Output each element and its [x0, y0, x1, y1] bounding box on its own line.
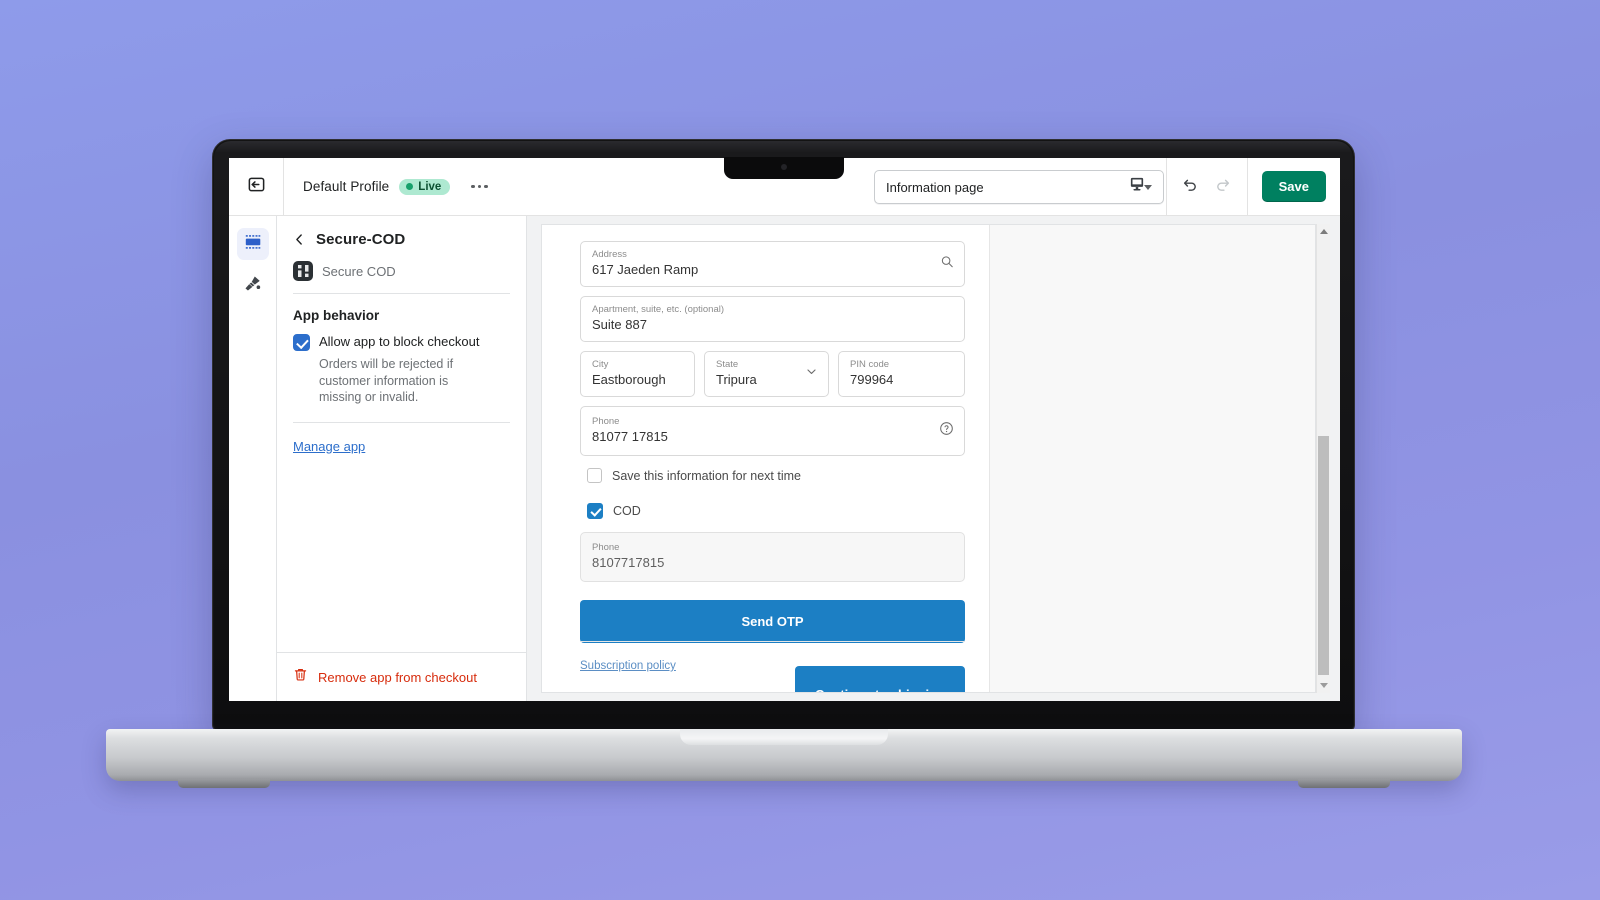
checkout-form-column: Address 617 Jaeden Ramp Apartment, suite… [542, 225, 989, 692]
status-badge[interactable]: Live [399, 178, 451, 195]
app-row-label: Secure COD [322, 263, 396, 279]
profile-area: Default Profile Live [284, 178, 493, 195]
cod-phone-field-label: Phone [592, 542, 620, 553]
pin-code-field-label: PIN code [850, 359, 890, 370]
app-row: Secure COD [293, 258, 510, 293]
exit-app-icon [247, 175, 266, 199]
status-badge-label: Live [418, 180, 442, 193]
checkout-preview-frame: Address 617 Jaeden Ramp Apartment, suite… [541, 224, 1316, 693]
manage-app-link[interactable]: Manage app [293, 439, 365, 454]
section-title: App behavior [293, 308, 380, 323]
help-circle-icon[interactable] [939, 421, 954, 441]
pin-code-field[interactable]: PIN code 799964 [838, 351, 965, 397]
phone-field-label: Phone [592, 416, 620, 427]
trash-icon [293, 667, 308, 687]
rail-item-sections[interactable] [236, 228, 269, 260]
webcam-notch [723, 157, 844, 179]
divider [580, 641, 965, 642]
scroll-up-arrow-icon[interactable] [1319, 229, 1328, 234]
cod-label: COD [613, 504, 641, 518]
save-button[interactable]: Save [1261, 171, 1326, 202]
address-field-value: 617 Jaeden Ramp [592, 262, 699, 277]
apartment-field[interactable]: Apartment, suite, etc. (optional) Suite … [580, 296, 965, 342]
settings-sidebar: Secure-COD Secure COD App behavior Allow [277, 216, 527, 701]
block-checkout-checkbox[interactable] [293, 334, 310, 351]
cod-checkbox[interactable] [587, 503, 603, 519]
address-field-label: Address [592, 249, 627, 260]
page-title: Secure-COD [316, 231, 406, 248]
checkout-preview-region: Address 617 Jaeden Ramp Apartment, suite… [527, 216, 1340, 701]
history-controls [1165, 158, 1248, 215]
city-field-value: Eastborough [592, 372, 666, 387]
pin-code-field-value: 799964 [850, 372, 894, 387]
city-field-label: City [592, 359, 609, 370]
send-otp-button[interactable]: Send OTP [580, 600, 965, 643]
scrollbar-thumb[interactable] [1318, 436, 1329, 675]
city-state-pin-row: City Eastborough State Tripura PIN code … [580, 351, 965, 406]
divider [293, 421, 510, 423]
save-info-checkbox[interactable] [587, 468, 602, 483]
state-field[interactable]: State Tripura [704, 351, 829, 397]
desktop-preview-icon [1128, 175, 1146, 198]
cod-section: COD Phone 8107717815 Send OTP [580, 503, 965, 643]
save-info-row[interactable]: Save this information for next time [587, 468, 965, 483]
remove-app-button[interactable]: Remove app from checkout [277, 652, 526, 701]
laptop-base [106, 729, 1462, 788]
undo-icon [1180, 175, 1199, 199]
laptop-base-notch [680, 729, 888, 745]
undo-button[interactable] [1173, 170, 1207, 204]
block-checkout-label: Allow app to block checkout [319, 334, 480, 349]
preview-scrollbar[interactable] [1316, 224, 1330, 693]
laptop-lid: Default Profile Live Information page Sa… [212, 139, 1355, 731]
block-checkout-row[interactable]: Allow app to block checkout [293, 333, 510, 351]
sidebar-header: Secure-COD [293, 226, 510, 258]
sections-layout-icon [244, 233, 262, 256]
save-info-label: Save this information for next time [612, 468, 801, 483]
paintbrush-style-icon [243, 274, 262, 298]
laptop-foot-right [1298, 779, 1390, 788]
redo-button[interactable] [1207, 170, 1241, 204]
remove-app-label: Remove app from checkout [318, 669, 477, 685]
state-field-value: Tripura [716, 372, 757, 387]
ellipsis-icon[interactable] [466, 179, 493, 195]
webcam-dot [780, 164, 787, 170]
app-behavior-section: App behavior Allow app to block checkout… [293, 294, 510, 406]
secure-cod-app-icon [293, 261, 313, 281]
chevron-down-icon[interactable] [805, 365, 818, 383]
cod-row[interactable]: COD [587, 503, 965, 519]
search-icon[interactable] [940, 255, 954, 274]
phone-field-value: 81077 17815 [592, 429, 668, 444]
screen: Default Profile Live Information page Sa… [229, 158, 1340, 701]
block-checkout-help-text: Orders will be rejected if customer info… [319, 357, 454, 404]
icon-rail [229, 216, 277, 701]
chevron-left-icon[interactable] [293, 233, 306, 246]
apartment-field-value: Suite 887 [592, 317, 647, 332]
app-body: Secure-COD Secure COD App behavior Allow [229, 216, 1340, 701]
topbar-right-actions: Save [1108, 158, 1340, 215]
rail-item-style[interactable] [237, 270, 269, 302]
address-field[interactable]: Address 617 Jaeden Ramp [580, 241, 965, 287]
sidebar-scroll-area: Secure-COD Secure COD App behavior Allow [277, 216, 526, 652]
profile-name: Default Profile [303, 179, 390, 194]
exit-app-button[interactable] [229, 158, 284, 215]
checkout-summary-column [989, 225, 1315, 692]
phone-field[interactable]: Phone 81077 17815 [580, 406, 965, 456]
checkout-form-footer: Subscription policy [580, 641, 965, 674]
laptop-mockup: Default Profile Live Information page Sa… [0, 0, 1600, 900]
manage-app-wrap: Manage app [293, 406, 510, 456]
cod-phone-field[interactable]: Phone 8107717815 [580, 532, 965, 582]
scroll-down-arrow-icon[interactable] [1319, 683, 1328, 688]
laptop-foot-left [178, 779, 270, 788]
device-preview-button[interactable] [1108, 158, 1166, 215]
subscription-policy-link[interactable]: Subscription policy [580, 660, 676, 672]
apartment-field-label: Apartment, suite, etc. (optional) [592, 304, 725, 315]
state-field-label: State [716, 359, 739, 370]
cod-phone-field-value: 8107717815 [592, 555, 665, 570]
live-dot-icon [406, 183, 414, 190]
page-selector-value: Information page [886, 179, 984, 195]
redo-icon [1214, 175, 1233, 199]
city-field[interactable]: City Eastborough [580, 351, 695, 397]
